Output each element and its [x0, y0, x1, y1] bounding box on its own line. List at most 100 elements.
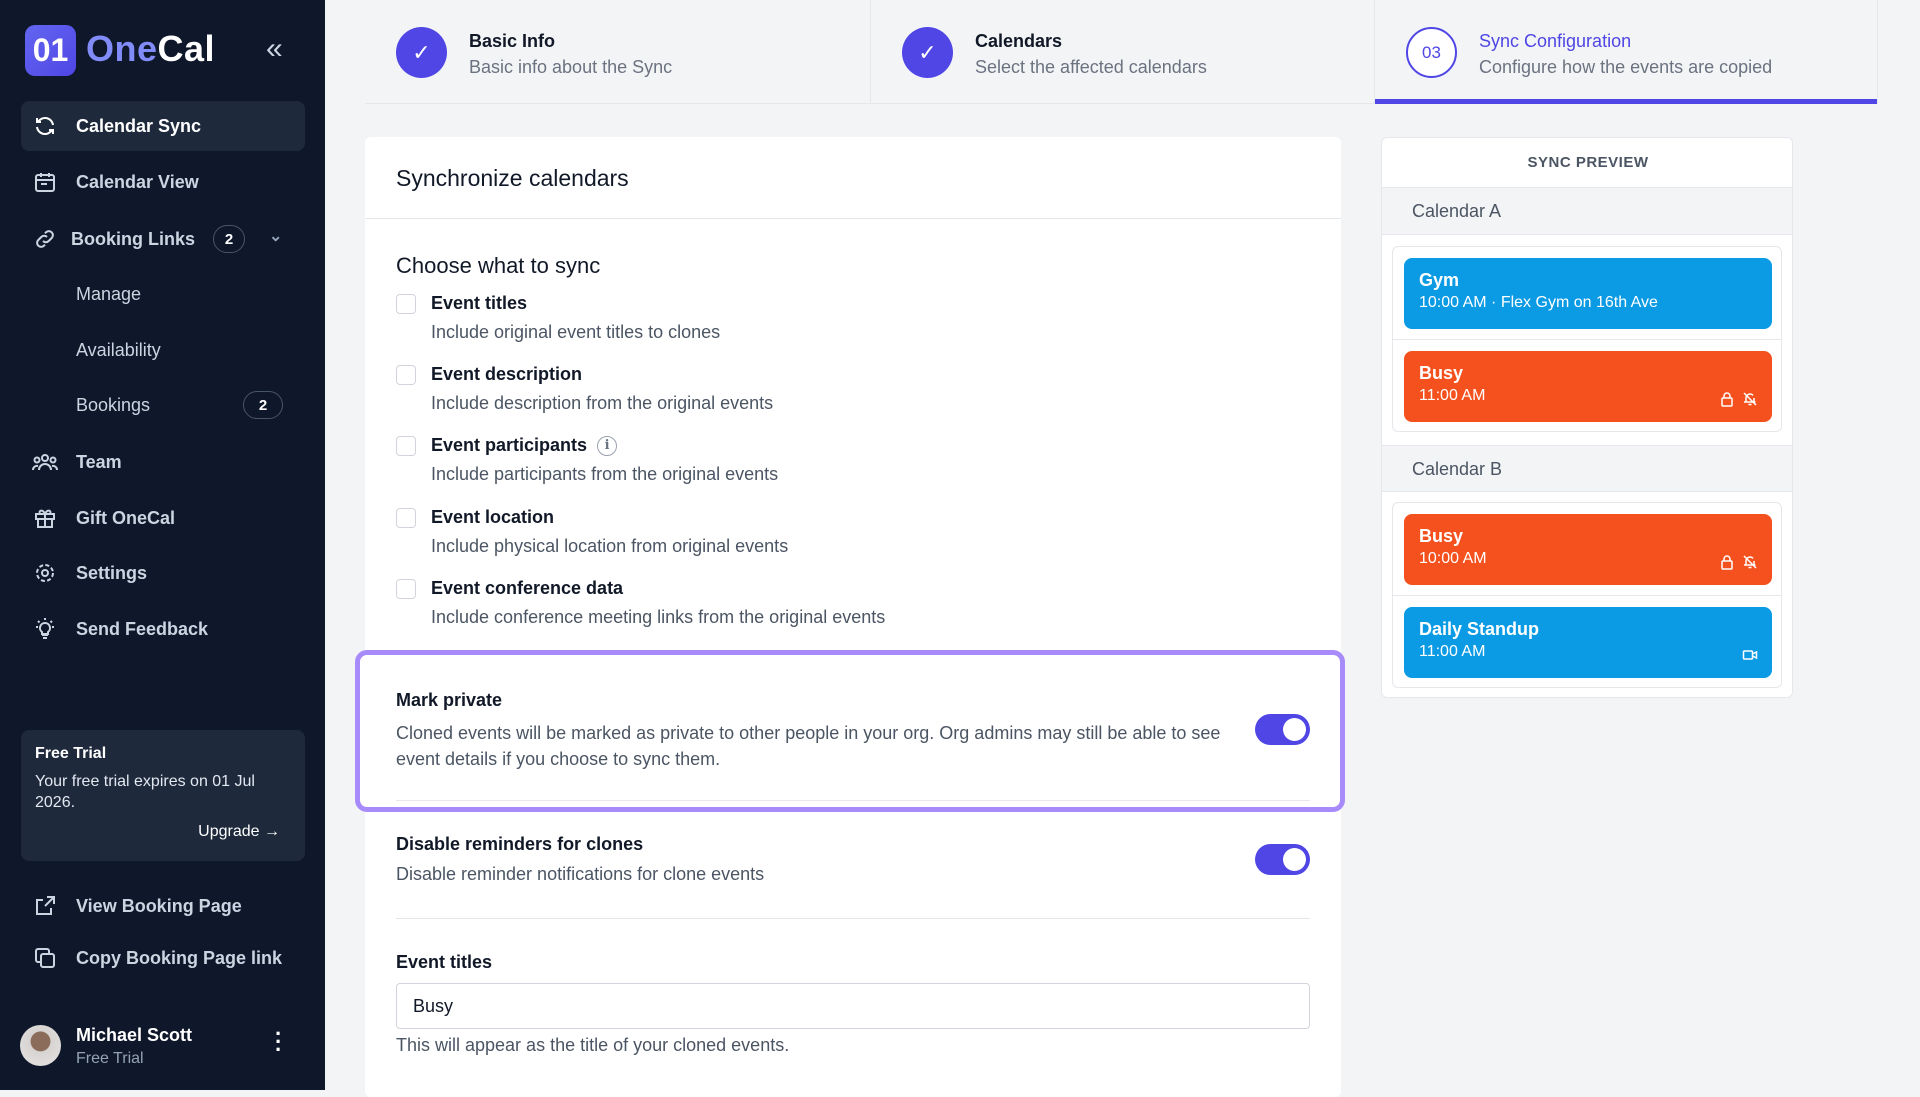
trial-title: Free Trial [35, 745, 107, 762]
mark-private-toggle[interactable] [1255, 714, 1310, 745]
option-title: Event conference data [431, 578, 623, 599]
sidebar-item-label: Booking Links [71, 228, 196, 249]
copy-icon [31, 944, 59, 972]
calendar-a-header: Calendar A [1382, 188, 1792, 235]
free-trial-card: Free Trial Your free trial expires on 01… [21, 730, 305, 861]
option-checkbox[interactable] [396, 365, 416, 385]
preview-title: SYNC PREVIEW [1382, 138, 1792, 188]
sidebar-item-settings[interactable]: Settings [21, 548, 305, 598]
event-titles-label: Event titles [396, 952, 493, 972]
lightbulb-icon [31, 615, 59, 643]
view-booking-page-link[interactable]: View Booking Page [21, 881, 305, 931]
sidebar-item-availability[interactable]: Availability [21, 325, 305, 375]
divider [1392, 595, 1782, 596]
sidebar-item-bookings[interactable]: Bookings 2 [21, 380, 305, 430]
sidebar-item-team[interactable]: Team [21, 437, 305, 487]
option-title-text: Event titles [431, 293, 528, 313]
sidebar-item-label: Calendar Sync [76, 115, 202, 136]
sidebar-item-manage[interactable]: Manage [21, 269, 305, 319]
bell-off-icon [1742, 554, 1758, 575]
event-title: Gym [1419, 270, 1460, 290]
sidebar-item-send-feedback[interactable]: Send Feedback [21, 604, 305, 654]
check-icon: ✓ [396, 27, 447, 78]
event-daily-standup[interactable]: Daily Standup 11:00 AM [1404, 607, 1772, 678]
calendar-icon [31, 168, 59, 196]
chevron-down-icon[interactable]: ⌄ [269, 226, 282, 246]
option-checkbox[interactable] [396, 508, 416, 528]
option-desc: Include description from the original ev… [431, 393, 774, 413]
sidebar-item-label: View Booking Page [76, 895, 242, 916]
event-titles-input[interactable]: Busy [396, 983, 1310, 1029]
step-sync-configuration[interactable]: 03 Sync Configuration Configure how the … [1375, 0, 1878, 104]
gift-icon [31, 504, 59, 532]
card-title: Synchronize calendars [396, 165, 629, 191]
option-title: Event participants i [431, 435, 618, 457]
collapse-sidebar-icon[interactable]: « [266, 32, 283, 66]
stepper: ✓ Basic Info Basic info about the Sync ✓… [365, 0, 1878, 104]
count-badge: 2 [213, 225, 245, 253]
step-desc: Basic info about the Sync [469, 57, 673, 77]
trial-text: Your free trial expires on 01 Jul 2026. [35, 773, 255, 811]
event-time: 10:00 AM [1419, 550, 1487, 567]
sidebar-item-label: Settings [76, 562, 148, 583]
step-calendars[interactable]: ✓ Calendars Select the affected calendar… [871, 0, 1375, 104]
event-gym[interactable]: Gym 10:00 AM · Flex Gym on 16th Ave [1404, 258, 1772, 329]
calendar-b-header: Calendar B [1382, 445, 1792, 492]
sidebar-item-calendar-view[interactable]: Calendar View [21, 157, 305, 207]
option-desc: Include conference meeting links from th… [431, 607, 886, 627]
option-desc: Include participants from the original e… [431, 464, 779, 484]
team-icon [31, 448, 59, 476]
bell-off-icon [1742, 391, 1758, 412]
option-checkbox[interactable] [396, 579, 416, 599]
disable-reminders-title: Disable reminders for clones [396, 834, 644, 854]
event-time: 11:00 AM [1419, 387, 1486, 404]
step-title: Sync Configuration [1479, 31, 1632, 51]
divider [396, 918, 1310, 919]
sidebar-item-booking-links[interactable]: Booking Links 2 ⌄ [21, 214, 305, 264]
upgrade-link[interactable]: Upgrade → [198, 823, 280, 841]
sidebar-item-label: Manage [76, 283, 142, 304]
event-busy[interactable]: Busy 10:00 AM [1404, 514, 1772, 585]
step-number: 03 [1406, 27, 1457, 78]
sidebar-item-label: Bookings [76, 394, 151, 415]
video-icon [1742, 647, 1758, 668]
gear-icon [31, 559, 59, 587]
lock-icon [1719, 391, 1735, 412]
info-icon[interactable]: i [597, 436, 618, 457]
divider [396, 800, 1310, 801]
more-options-icon[interactable]: · · · [275, 1023, 282, 1061]
sidebar-item-calendar-sync[interactable]: Calendar Sync [21, 101, 305, 151]
event-time: 11:00 AM [1419, 643, 1486, 660]
step-desc: Configure how the events are copied [1479, 57, 1773, 77]
option-title-text: Event participants [431, 435, 588, 455]
disable-reminders-toggle[interactable] [1255, 844, 1310, 875]
option-title-text: Event description [431, 364, 583, 384]
divider [1392, 339, 1782, 340]
sidebar-item-label: Send Feedback [76, 618, 209, 639]
event-title: Daily Standup [1419, 619, 1540, 639]
option-title: Event description [431, 364, 582, 385]
step-desc: Select the affected calendars [975, 57, 1207, 77]
option-checkbox[interactable] [396, 294, 416, 314]
sidebar-item-gift[interactable]: Gift OneCal [21, 493, 305, 543]
disable-reminders-desc: Disable reminder notifications for clone… [396, 864, 765, 884]
avatar[interactable] [20, 1025, 61, 1066]
sidebar-item-label: Calendar View [76, 171, 199, 192]
lock-icon [1719, 554, 1735, 575]
copy-booking-page-link[interactable]: Copy Booking Page link [21, 933, 305, 983]
user-name: Michael Scott [76, 1025, 193, 1045]
sidebar-item-label: Availability [76, 339, 161, 360]
event-time: 10:00 AM · Flex Gym on 16th Ave [1419, 294, 1658, 311]
option-title-text: Event location [431, 507, 555, 527]
option-checkbox[interactable] [396, 436, 416, 456]
active-step-indicator [1375, 99, 1877, 104]
section-title: Choose what to sync [396, 253, 601, 278]
sidebar-item-label: Team [76, 451, 122, 472]
event-busy[interactable]: Busy 11:00 AM [1404, 351, 1772, 422]
event-title: Busy [1419, 526, 1464, 546]
step-basic-info[interactable]: ✓ Basic Info Basic info about the Sync [365, 0, 871, 104]
sync-preview-panel: SYNC PREVIEW Calendar A Gym 10:00 AM · F… [1381, 137, 1793, 698]
divider [365, 218, 1341, 219]
mark-private-title: Mark private [396, 690, 503, 710]
option-title: Event titles [431, 293, 527, 314]
